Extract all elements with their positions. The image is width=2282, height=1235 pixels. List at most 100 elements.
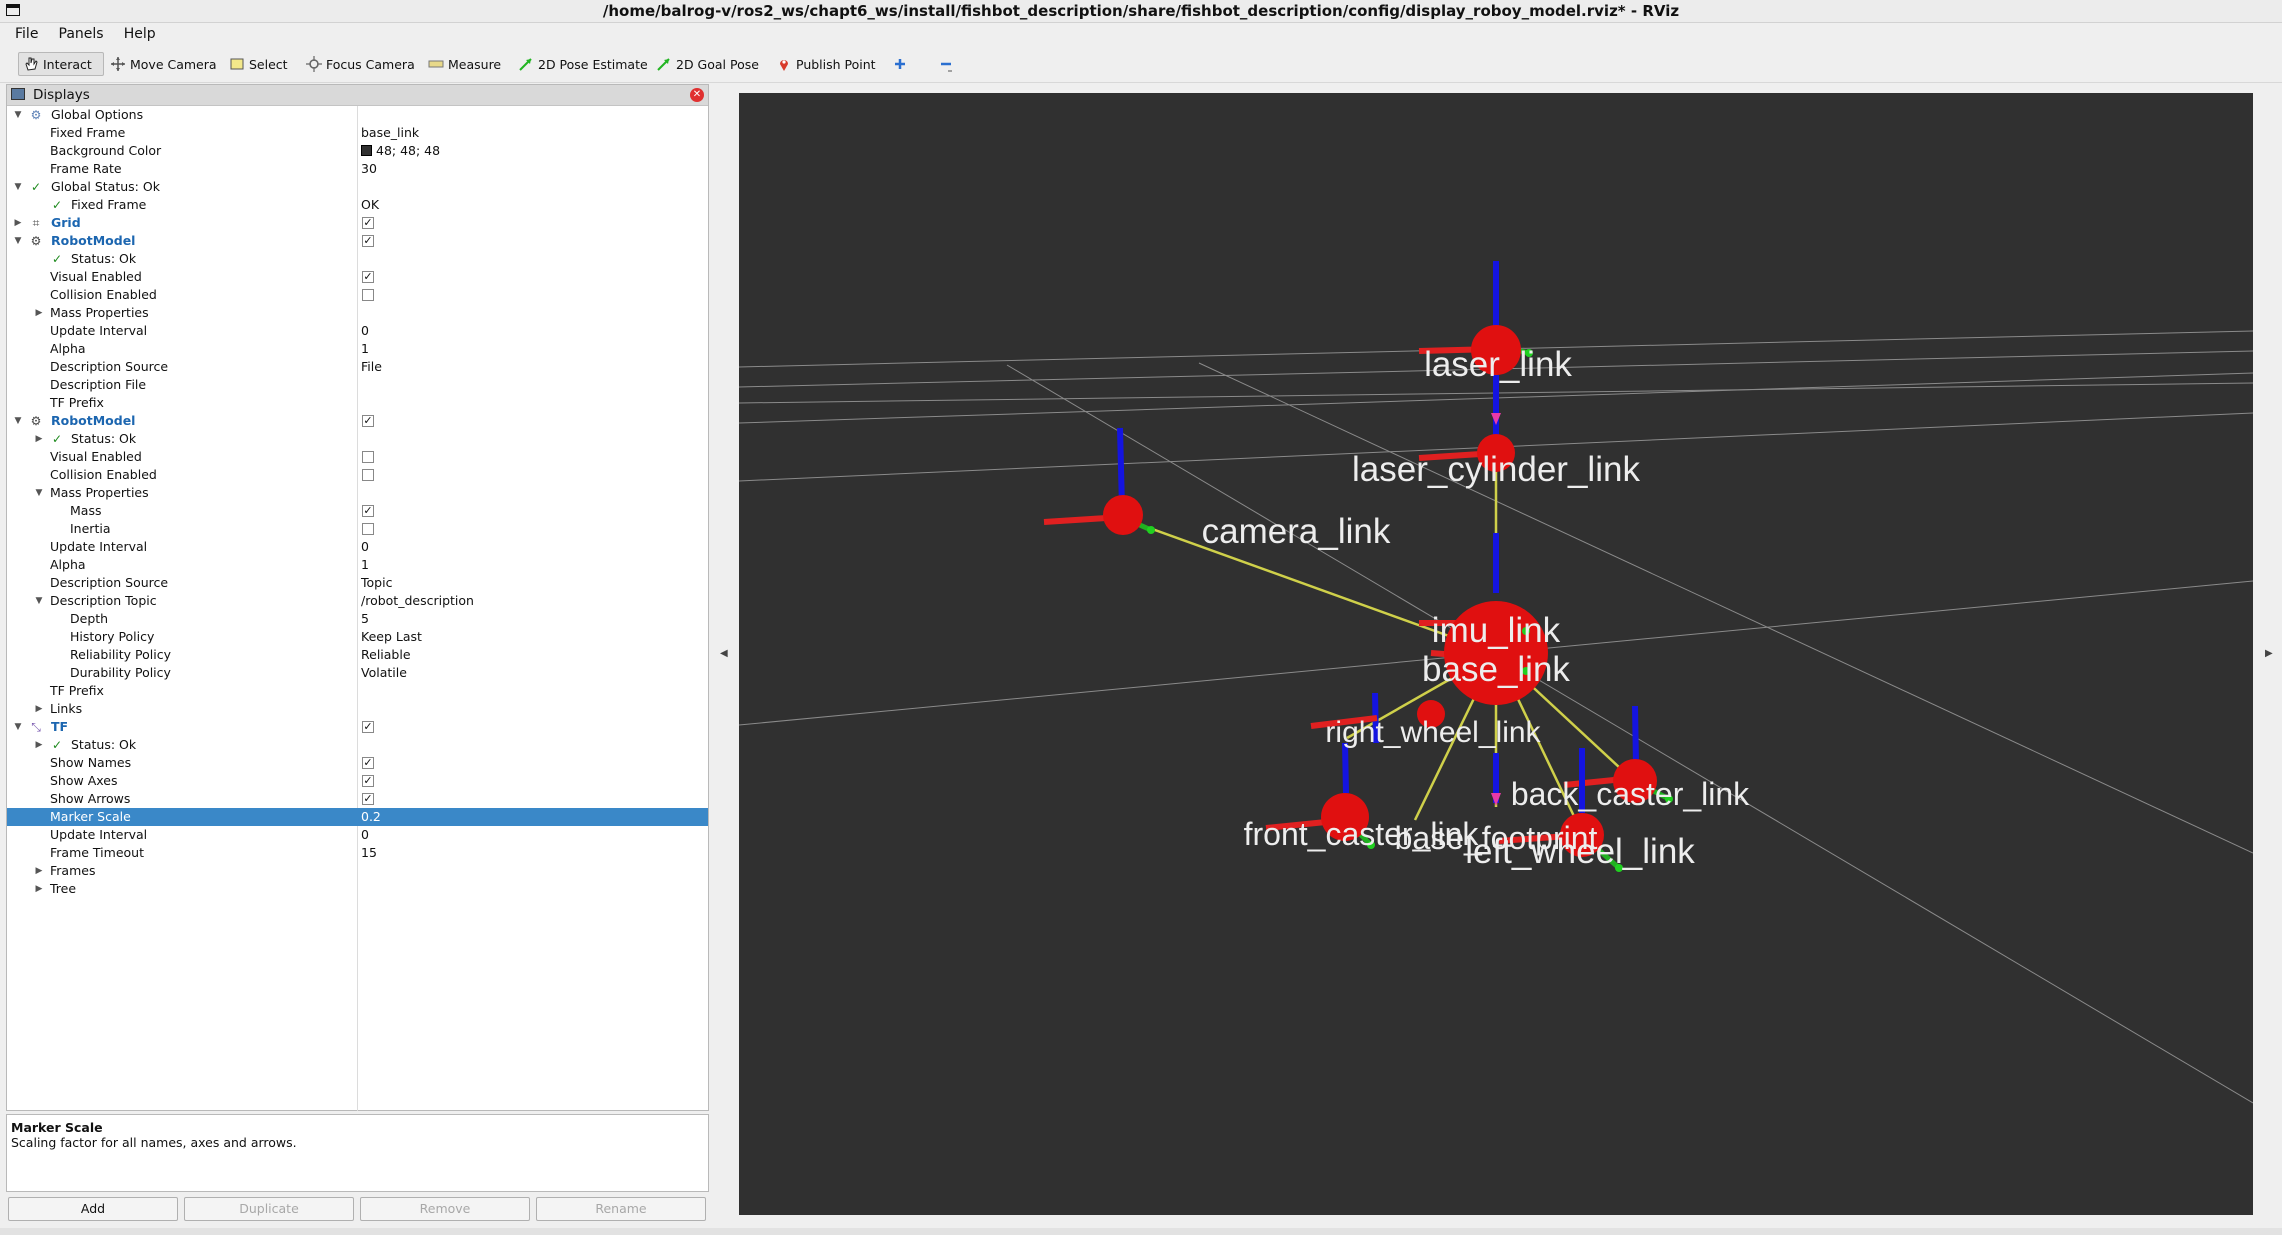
publish-point-tool-button[interactable]: Publish Point — [772, 52, 880, 76]
tree-value[interactable]: /robot_description — [361, 592, 474, 610]
tree-row-status[interactable]: ▶ ✓ Status: Ok — [7, 430, 708, 448]
measure-tool-button[interactable]: Measure — [424, 52, 505, 76]
collapse-arrow-icon[interactable]: ▼ — [13, 232, 23, 250]
tree-row-update-interval[interactable]: Update Interval 0 — [7, 826, 708, 844]
tree-row-alpha[interactable]: Alpha 1 — [7, 556, 708, 574]
focus-camera-tool-button[interactable]: Focus Camera — [302, 52, 419, 76]
collapse-arrow-icon[interactable]: ▼ — [34, 592, 44, 610]
expand-arrow-icon[interactable]: ▶ — [34, 700, 44, 718]
tree-row-tf[interactable]: ▼ ⤡ TF ✓ — [7, 718, 708, 736]
tree-row-description-source[interactable]: Description Source Topic — [7, 574, 708, 592]
frame-sphere[interactable] — [1103, 495, 1143, 535]
menu-panels[interactable]: Panels — [59, 26, 104, 42]
collapse-left-arrow-icon[interactable]: ◀ — [720, 648, 728, 659]
move-camera-tool-button[interactable]: Move Camera — [106, 52, 221, 76]
tree-row-description-file[interactable]: Description File — [7, 376, 708, 394]
expand-arrow-icon[interactable]: ▶ — [34, 862, 44, 880]
tree-row-update-interval[interactable]: Update Interval 0 — [7, 538, 708, 556]
tree-row-robotmodel[interactable]: ▼ ⚙ RobotModel ✓ — [7, 232, 708, 250]
menu-help[interactable]: Help — [124, 26, 156, 42]
collapse-arrow-icon[interactable]: ▼ — [34, 484, 44, 502]
tree-value[interactable]: 15 — [361, 844, 377, 862]
tree-row-mass[interactable]: Mass ✓ — [7, 502, 708, 520]
tree-row-status[interactable]: ✓ Status: Ok — [7, 250, 708, 268]
tree-row-marker-scale[interactable]: Marker Scale 0.2 — [7, 808, 708, 826]
tree-row-show-names[interactable]: Show Names ✓ — [7, 754, 708, 772]
enable-checkbox[interactable]: ✓ — [362, 415, 374, 427]
tree-value[interactable]: 1 — [361, 340, 369, 358]
tree-row-mass-properties[interactable]: ▼ Mass Properties — [7, 484, 708, 502]
tree-row-update-interval[interactable]: Update Interval 0 — [7, 322, 708, 340]
tree-row-global-options[interactable]: ▼ ⚙ Global Options — [7, 106, 708, 124]
tree-row-mass-properties[interactable]: ▶ Mass Properties — [7, 304, 708, 322]
tree-value[interactable]: Keep Last — [361, 628, 422, 646]
expand-arrow-icon[interactable]: ▶ — [13, 214, 23, 232]
pose-estimate-tool-button[interactable]: 2D Pose Estimate — [514, 52, 652, 76]
inertia-checkbox[interactable] — [362, 523, 374, 535]
enable-checkbox[interactable]: ✓ — [362, 235, 374, 247]
remove-button[interactable]: Remove — [360, 1197, 530, 1221]
show-arrows-checkbox[interactable]: ✓ — [362, 793, 374, 805]
tree-row-collision-enabled[interactable]: Collision Enabled — [7, 286, 708, 304]
interact-tool-button[interactable]: Interact — [18, 52, 104, 76]
collapse-arrow-icon[interactable]: ▼ — [13, 106, 23, 124]
tree-row-robotmodel-2[interactable]: ▼ ⚙ RobotModel ✓ — [7, 412, 708, 430]
tree-value[interactable]: 5 — [361, 610, 369, 628]
tree-value[interactable]: 30 — [361, 160, 377, 178]
tree-row-visual-enabled[interactable]: Visual Enabled — [7, 448, 708, 466]
render-viewport[interactable]: laser_link laser_cylinder_link camera_li… — [738, 93, 2254, 1215]
tree-value[interactable]: Reliable — [361, 646, 411, 664]
tree-value[interactable]: 1 — [361, 556, 369, 574]
menu-file[interactable]: File — [15, 26, 38, 42]
enable-checkbox[interactable]: ✓ — [362, 217, 374, 229]
expand-arrow-icon[interactable]: ▶ — [34, 304, 44, 322]
tree-row-fixed-frame[interactable]: Fixed Frame base_link — [7, 124, 708, 142]
tree-row-fixed-frame-status[interactable]: ✓ Fixed Frame OK — [7, 196, 708, 214]
tree-row-collision-enabled[interactable]: Collision Enabled — [7, 466, 708, 484]
tree-row-history-policy[interactable]: History Policy Keep Last — [7, 628, 708, 646]
tree-row-frame-rate[interactable]: Frame Rate 30 — [7, 160, 708, 178]
tree-value[interactable]: File — [361, 358, 382, 376]
tree-row-grid[interactable]: ▶ ⌗ Grid ✓ — [7, 214, 708, 232]
collapse-arrow-icon[interactable]: ▼ — [13, 178, 23, 196]
tree-row-tree[interactable]: ▶ Tree — [7, 880, 708, 898]
tree-value[interactable]: 48; 48; 48 — [361, 142, 440, 160]
tree-row-inertia[interactable]: Inertia — [7, 520, 708, 538]
collapse-arrow-icon[interactable]: ▼ — [13, 718, 23, 736]
collision-enabled-checkbox[interactable] — [362, 289, 374, 301]
expand-arrow-icon[interactable]: ▶ — [34, 880, 44, 898]
mass-checkbox[interactable]: ✓ — [362, 505, 374, 517]
tree-value[interactable]: 0 — [361, 322, 369, 340]
visual-enabled-checkbox[interactable]: ✓ — [362, 271, 374, 283]
tree-value[interactable]: base_link — [361, 124, 419, 142]
tree-row-description-source[interactable]: Description Source File — [7, 358, 708, 376]
close-icon[interactable]: ✕ — [690, 88, 704, 102]
remove-tool-button[interactable] — [934, 52, 962, 76]
tree-row-alpha[interactable]: Alpha 1 — [7, 340, 708, 358]
tree-row-visual-enabled[interactable]: Visual Enabled ✓ — [7, 268, 708, 286]
tree-row-frame-timeout[interactable]: Frame Timeout 15 — [7, 844, 708, 862]
tree-value[interactable]: 0 — [361, 826, 369, 844]
tree-row-status[interactable]: ▶ ✓ Status: Ok — [7, 736, 708, 754]
tree-row-tf-prefix[interactable]: TF Prefix — [7, 682, 708, 700]
tree-row-tf-prefix[interactable]: TF Prefix — [7, 394, 708, 412]
visual-enabled-checkbox[interactable] — [362, 451, 374, 463]
collapse-arrow-icon[interactable]: ▼ — [13, 412, 23, 430]
scene-canvas[interactable]: laser_link laser_cylinder_link camera_li… — [738, 93, 2254, 1215]
add-button[interactable]: Add — [8, 1197, 178, 1221]
duplicate-button[interactable]: Duplicate — [184, 1197, 354, 1221]
tree-value[interactable]: 0 — [361, 538, 369, 556]
rename-button[interactable]: Rename — [536, 1197, 706, 1221]
tree-row-background-color[interactable]: Background Color 48; 48; 48 — [7, 142, 708, 160]
tree-row-global-status[interactable]: ▼ ✓ Global Status: Ok — [7, 178, 708, 196]
add-tool-button[interactable] — [888, 52, 916, 76]
tree-row-durability-policy[interactable]: Durability Policy Volatile — [7, 664, 708, 682]
tree-value[interactable]: Topic — [361, 574, 392, 592]
enable-checkbox[interactable]: ✓ — [362, 721, 374, 733]
select-tool-button[interactable]: Select — [225, 52, 292, 76]
tree-value[interactable]: Volatile — [361, 664, 407, 682]
collapse-right-arrow-icon[interactable]: ▶ — [2265, 648, 2273, 659]
tree-row-show-axes[interactable]: Show Axes ✓ — [7, 772, 708, 790]
tree-row-reliability-policy[interactable]: Reliability Policy Reliable — [7, 646, 708, 664]
show-axes-checkbox[interactable]: ✓ — [362, 775, 374, 787]
